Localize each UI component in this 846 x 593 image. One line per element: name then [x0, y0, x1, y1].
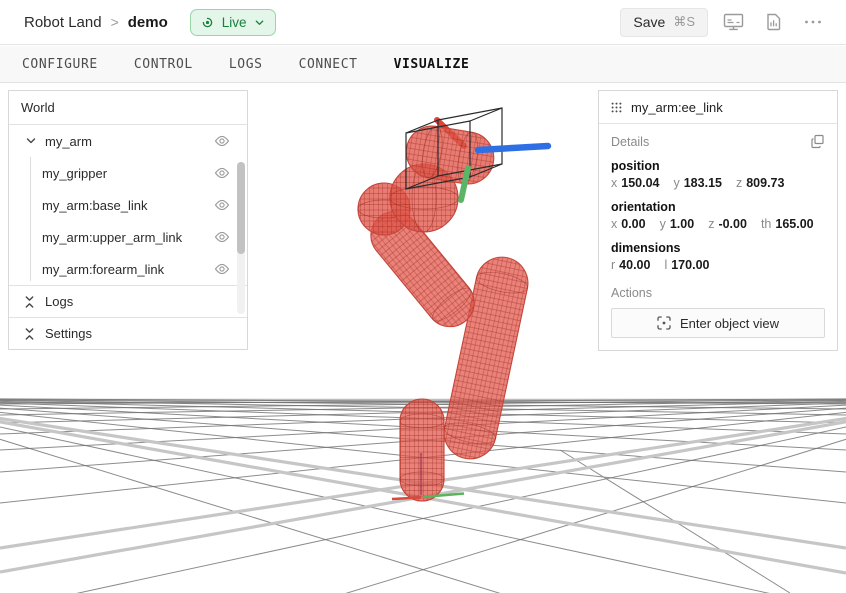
header-actions: Save ⌘S	[620, 8, 828, 37]
collapse-icon	[24, 327, 35, 341]
focus-crosshair-icon	[657, 316, 671, 330]
file-chart-icon	[766, 13, 781, 31]
tab-visualize[interactable]: VISUALIZE	[376, 48, 488, 81]
chevron-down-icon	[254, 17, 265, 28]
ori-z-value: -0.00	[718, 217, 747, 231]
logs-section-label: Logs	[45, 294, 73, 309]
tree-item-label: my_arm	[45, 134, 217, 149]
more-menu-button[interactable]	[798, 8, 828, 36]
breadcrumb-separator: >	[111, 14, 119, 30]
pos-z-key: z	[736, 176, 742, 190]
tab-configure[interactable]: CONFIGURE	[4, 48, 116, 81]
ori-th-key: th	[761, 217, 771, 231]
details-panel-body: Details position x 150.04 y 183.15 z 809.73	[599, 124, 837, 350]
pos-y-value: 183.15	[684, 176, 722, 190]
collapse-icon	[24, 295, 35, 309]
monitor-icon	[723, 13, 744, 31]
origin-x-axis	[392, 498, 421, 500]
dim-l-key: l	[664, 258, 667, 272]
pos-x-key: x	[611, 176, 617, 190]
tree-scrollbar-thumb[interactable]	[237, 162, 245, 254]
tree-item-my-arm[interactable]: my_arm	[9, 125, 247, 157]
ori-x-key: x	[611, 217, 617, 231]
ori-y-key: y	[660, 217, 666, 231]
object-details-panel: my_arm:ee_link Details position x 150.04 …	[598, 90, 838, 351]
logs-section-toggle[interactable]: Logs	[9, 285, 247, 317]
tab-logs[interactable]: LOGS	[211, 48, 281, 81]
group-label: orientation	[611, 200, 825, 214]
dim-l-value: 170.00	[671, 258, 709, 272]
tree-item-label: my_arm:forearm_link	[42, 262, 217, 277]
tree-item-base-link[interactable]: my_arm:base_link	[9, 189, 247, 221]
pos-x-value: 150.04	[621, 176, 659, 190]
main-tabbar: CONFIGURE CONTROL LOGS CONNECT VISUALIZE	[0, 46, 846, 83]
tree-item-my-gripper[interactable]: my_gripper	[9, 157, 247, 189]
visibility-eye-icon[interactable]	[213, 260, 231, 278]
group-label: dimensions	[611, 241, 825, 255]
save-shortcut: ⌘S	[673, 14, 695, 30]
dim-r-key: r	[611, 258, 615, 272]
drag-handle-icon[interactable]	[611, 102, 622, 113]
selected-object-title: my_arm:ee_link	[631, 100, 723, 115]
ellipsis-icon	[804, 19, 822, 25]
gizmo-z-axis[interactable]	[478, 146, 548, 150]
tree-item-forearm-link[interactable]: my_arm:forearm_link	[9, 253, 247, 285]
tab-connect[interactable]: CONNECT	[281, 48, 376, 81]
data-report-button[interactable]	[758, 8, 788, 36]
dim-r-value: 40.00	[619, 258, 650, 272]
ori-z-key: z	[708, 217, 714, 231]
visibility-eye-icon[interactable]	[213, 132, 231, 150]
tree-item-label: my_arm:base_link	[42, 198, 217, 213]
world-panel-title: World	[9, 91, 247, 125]
tree-item-label: my_gripper	[42, 166, 217, 181]
settings-section-toggle[interactable]: Settings	[9, 317, 247, 349]
live-icon	[200, 15, 215, 30]
live-label: Live	[222, 15, 247, 30]
tree-item-label: my_arm:upper_arm_link	[42, 230, 217, 245]
live-status-dropdown[interactable]: Live	[190, 9, 276, 36]
actions-section-label: Actions	[611, 286, 825, 300]
world-panel: World my_arm my_gripper	[8, 90, 248, 350]
chevron-down-icon[interactable]	[23, 133, 39, 149]
breadcrumb: Robot Land > demo	[24, 14, 168, 31]
pos-z-value: 809.73	[746, 176, 784, 190]
details-panel-header[interactable]: my_arm:ee_link	[599, 91, 837, 124]
settings-section-label: Settings	[45, 326, 92, 341]
tree-children: my_gripper my_arm:base_link	[9, 157, 247, 285]
ori-x-value: 0.00	[621, 217, 645, 231]
app-header: Robot Land > demo Live Save ⌘S	[0, 0, 846, 45]
tree-item-upper-arm-link[interactable]: my_arm:upper_arm_link	[9, 221, 247, 253]
save-button[interactable]: Save ⌘S	[620, 8, 708, 37]
breadcrumb-current: demo	[128, 14, 168, 31]
tree-scrollbar[interactable]	[237, 162, 245, 314]
remote-screen-button[interactable]	[718, 8, 748, 36]
visibility-eye-icon[interactable]	[213, 164, 231, 182]
enter-object-view-button[interactable]: Enter object view	[611, 308, 825, 338]
world-tree: my_arm my_gripper	[9, 125, 247, 285]
copy-icon[interactable]	[810, 134, 825, 149]
dimensions-group: dimensions r 40.00 l 170.00	[611, 241, 825, 272]
pos-y-key: y	[673, 176, 679, 190]
visibility-eye-icon[interactable]	[213, 196, 231, 214]
breadcrumb-root[interactable]: Robot Land	[24, 14, 102, 31]
details-section-label: Details	[611, 135, 649, 149]
ori-y-value: 1.00	[670, 217, 694, 231]
robot-base-link[interactable]	[400, 399, 444, 501]
orientation-group: orientation x 0.00 y 1.00 z -0.00 th 165.00	[611, 200, 825, 231]
visualize-app: Robot Land > demo Live Save ⌘S	[0, 0, 846, 593]
tab-control[interactable]: CONTROL	[116, 48, 211, 81]
ori-th-value: 165.00	[775, 217, 813, 231]
position-group: position x 150.04 y 183.15 z 809.73	[611, 159, 825, 190]
group-label: position	[611, 159, 825, 173]
save-label: Save	[633, 14, 665, 30]
enter-object-view-label: Enter object view	[680, 316, 779, 331]
visibility-eye-icon[interactable]	[213, 228, 231, 246]
